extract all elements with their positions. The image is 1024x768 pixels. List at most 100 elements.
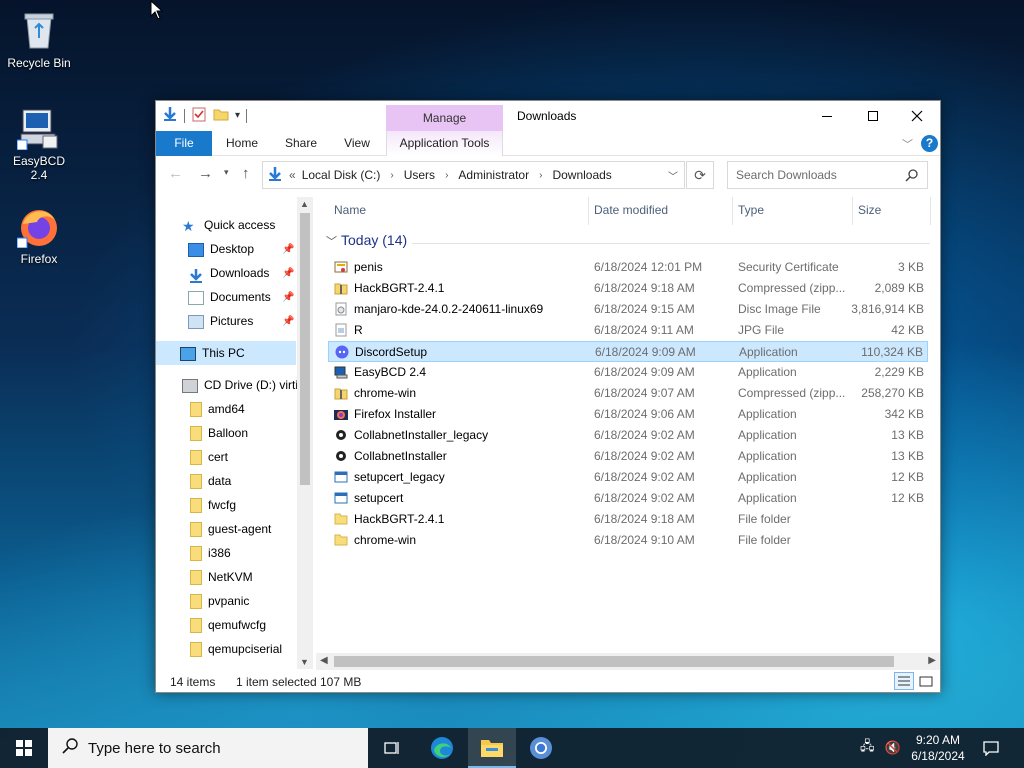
nav-folder-item[interactable]: data [190, 469, 231, 493]
scrollbar-thumb[interactable] [334, 656, 894, 667]
file-row[interactable]: Firefox Installer 6/18/2024 9:06 AM Applic… [328, 404, 928, 425]
back-button[interactable]: ← [168, 165, 183, 182]
file-row[interactable]: setupcert_legacy 6/18/2024 9:02 AM Applica… [328, 467, 928, 488]
column-header-type[interactable]: Type [738, 203, 764, 217]
nav-folder-item[interactable]: qemufwcfg [190, 613, 266, 637]
file-row[interactable]: HackBGRT-2.4.1 6/18/2024 9:18 AM File fold… [328, 509, 928, 530]
scroll-down-icon[interactable]: ▼ [300, 657, 309, 667]
large-icons-view-button[interactable] [916, 672, 936, 690]
nav-folder-item[interactable]: amd64 [190, 397, 245, 421]
chevron-right-icon[interactable]: › [445, 170, 448, 181]
chevron-right-icon[interactable]: › [390, 170, 393, 181]
nav-scrollbar[interactable]: ▲ ▼ [297, 197, 313, 669]
file-row[interactable]: penis 6/18/2024 12:01 PM Security Certific… [328, 257, 928, 278]
nav-folder-item[interactable]: NetKVM [190, 565, 253, 589]
scroll-up-icon[interactable]: ▲ [300, 199, 309, 209]
address-dropdown-icon[interactable]: ﹀ [668, 168, 678, 183]
scroll-right-icon[interactable]: ▶ [928, 655, 936, 666]
chevron-right-icon[interactable]: › [539, 170, 542, 181]
nav-downloads[interactable]: Downloads [188, 261, 269, 285]
desktop-icon-easybcd[interactable]: EasyBCD 2.4 [4, 106, 74, 182]
group-header-today[interactable]: ﹀ Today (14) [326, 232, 407, 249]
column-separator[interactable] [930, 197, 931, 225]
nav-pictures[interactable]: Pictures [188, 309, 253, 333]
file-row[interactable]: HackBGRT-2.4.1 6/18/2024 9:18 AM Compresse… [328, 278, 928, 299]
maximize-button[interactable] [850, 101, 896, 131]
scroll-left-icon[interactable]: ◀ [320, 655, 328, 666]
taskbar-clock[interactable]: 9:20 AM 6/18/2024 [908, 732, 968, 764]
column-separator[interactable] [852, 197, 853, 225]
customize-qat-icon[interactable]: ▾ [235, 110, 240, 121]
column-header-size[interactable]: Size [858, 203, 881, 217]
nav-desktop[interactable]: Desktop [188, 237, 254, 261]
file-row[interactable]: CollabnetInstaller 6/18/2024 9:02 AM Appli… [328, 446, 928, 467]
taskbar-chrome[interactable] [517, 728, 565, 768]
nav-documents[interactable]: Documents [188, 285, 271, 309]
taskbar: Type here to search 🖧 🔇 9:20 AM 6/18/202… [0, 728, 1024, 768]
nav-folder-item[interactable]: pvpanic [190, 589, 249, 613]
network-icon[interactable]: 🖧 [860, 737, 875, 759]
tab-home[interactable]: Home [218, 131, 266, 156]
details-view-button[interactable] [894, 672, 914, 690]
file-size: 13 KB [891, 449, 924, 463]
file-row[interactable]: manjaro-kde-24.0.2-240611-linux69 6/18/20… [328, 299, 928, 320]
tab-view[interactable]: View [334, 131, 380, 156]
properties-icon[interactable] [191, 106, 207, 125]
desktop-icon-recycle-bin[interactable]: Recycle Bin [4, 8, 74, 70]
refresh-button[interactable]: ⟳ [686, 161, 714, 189]
action-center-button[interactable] [968, 728, 1014, 768]
recent-locations-icon[interactable]: ▾ [224, 167, 229, 178]
file-row[interactable]: setupcert 6/18/2024 9:02 AM Application 12 … [328, 488, 928, 509]
breadcrumb-downloads[interactable]: Downloads [552, 168, 611, 182]
nav-cd-drive[interactable]: CD Drive (D:) virtio [182, 373, 305, 397]
nav-quick-access[interactable]: ★ Quick access [182, 213, 275, 237]
minimize-button[interactable] [804, 101, 850, 131]
help-icon[interactable]: ? [921, 135, 938, 152]
column-separator[interactable] [588, 197, 589, 225]
breadcrumb-administrator[interactable]: Administrator [458, 168, 529, 182]
column-separator[interactable] [732, 197, 733, 225]
file-row[interactable]: chrome-win 6/18/2024 9:07 AM Compressed (z… [328, 383, 928, 404]
close-button[interactable] [894, 101, 940, 131]
file-type: Compressed (zipp... [738, 281, 846, 295]
column-header-date[interactable]: Date modified [594, 203, 668, 217]
nav-folder-label: Balloon [208, 426, 249, 440]
nav-folder-item[interactable]: Balloon [190, 421, 248, 445]
scrollbar-thumb[interactable] [300, 213, 310, 485]
column-header-name[interactable]: Name [334, 203, 366, 217]
nav-folder-item[interactable]: i386 [190, 541, 231, 565]
file-row[interactable]: EasyBCD 2.4 6/18/2024 9:09 AM Application 2… [328, 362, 928, 383]
file-date: 6/18/2024 9:09 AM [594, 365, 695, 379]
nav-folder-item[interactable]: cert [190, 445, 228, 469]
breadcrumb-overflow[interactable]: « [289, 168, 296, 182]
nav-this-pc[interactable]: This PC [180, 341, 245, 365]
tab-application-tools[interactable]: Application Tools [386, 131, 503, 156]
taskbar-file-explorer[interactable] [468, 728, 516, 768]
file-size: 110,324 KB [861, 345, 923, 359]
task-view-button[interactable] [368, 728, 416, 768]
start-button[interactable] [0, 728, 48, 768]
file-row[interactable]: DiscordSetup 6/18/2024 9:09 AM Application… [328, 341, 928, 362]
tab-file[interactable]: File [156, 131, 212, 156]
nav-folder-item[interactable]: guest-agent [190, 517, 271, 541]
volume-muted-icon[interactable]: 🔇 [885, 740, 901, 756]
nav-folder-item[interactable]: fwcfg [190, 493, 236, 517]
forward-button[interactable]: → [198, 165, 213, 182]
taskbar-search-box[interactable]: Type here to search [48, 728, 368, 768]
new-folder-icon[interactable] [213, 106, 229, 125]
breadcrumb-local-disk[interactable]: Local Disk (C:) [302, 168, 381, 182]
expand-ribbon-icon[interactable]: ﹀ [902, 136, 913, 152]
taskbar-edge[interactable] [418, 728, 466, 768]
nav-folder-item[interactable]: qemupciserial [190, 637, 282, 661]
file-row[interactable]: R 6/18/2024 9:11 AM JPG File 42 KB [328, 320, 928, 341]
horizontal-scrollbar[interactable]: ◀ ▶ [316, 653, 940, 670]
up-button[interactable]: ↑ [242, 165, 250, 182]
manage-contextual-tab[interactable]: Manage [386, 105, 503, 131]
tab-share[interactable]: Share [276, 131, 326, 156]
address-bar[interactable]: « Local Disk (C:) › Users › Administrato… [262, 161, 685, 189]
search-input[interactable]: Search Downloads [727, 161, 928, 189]
breadcrumb-users[interactable]: Users [404, 168, 435, 182]
desktop-icon-firefox[interactable]: Firefox [4, 204, 74, 266]
file-row[interactable]: chrome-win 6/18/2024 9:10 AM File folder [328, 530, 928, 551]
file-row[interactable]: CollabnetInstaller_legacy 6/18/2024 9:02 … [328, 425, 928, 446]
